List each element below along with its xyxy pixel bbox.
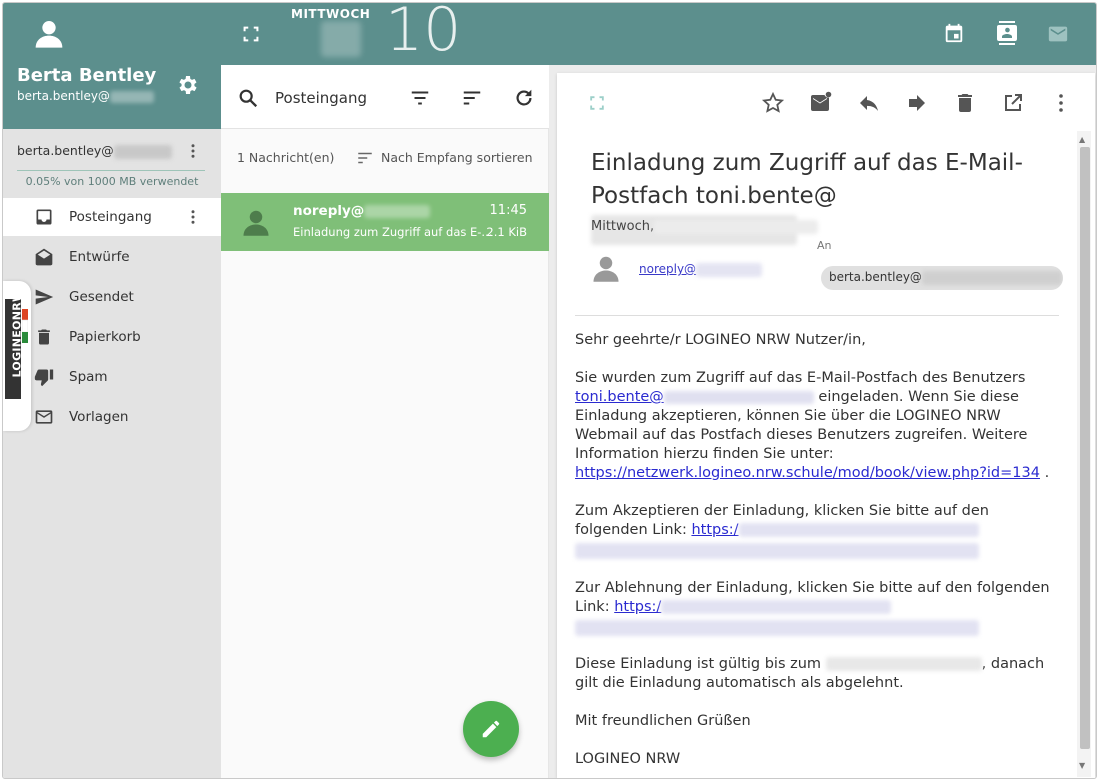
- sidebar: Berta Bentley berta.bentley@ berta.bentl…: [3, 3, 221, 778]
- sender-avatar-icon: [593, 256, 619, 282]
- search-icon[interactable]: [237, 87, 259, 109]
- top-bar: MITTWOCH 10: [221, 2, 1096, 65]
- thumb-down-icon: [34, 369, 54, 387]
- folder-inbox[interactable]: Posteingang: [3, 198, 221, 236]
- mail-icon[interactable]: [1047, 23, 1069, 45]
- message-list: Posteingang 1 Nachricht(en) Nach Empfang…: [221, 65, 549, 778]
- user-email: berta.bentley@: [17, 89, 154, 103]
- search-input[interactable]: Posteingang: [275, 89, 367, 107]
- list-toolbar: Posteingang: [221, 65, 549, 129]
- folder-label: Spam: [69, 369, 108, 385]
- contacts-icon[interactable]: [995, 21, 1019, 45]
- forward-icon[interactable]: [905, 91, 929, 115]
- user-name: Berta Bentley: [17, 65, 157, 86]
- reader-fullscreen-icon[interactable]: [587, 93, 607, 113]
- reader-scroll-thumb[interactable]: [1080, 147, 1090, 749]
- signature: LOGINEO NRW: [575, 751, 681, 767]
- help-url-link[interactable]: https://netzwerk.logineo.nrw.schule/mod/…: [575, 465, 1040, 481]
- pencil-icon: [482, 720, 500, 738]
- account-row[interactable]: berta.bentley@: [3, 133, 221, 167]
- more-options-icon[interactable]: [1049, 91, 1073, 115]
- message-count: 1 Nachricht(en): [237, 150, 335, 165]
- sort-icon[interactable]: [461, 87, 483, 109]
- user-avatar-icon[interactable]: [33, 17, 65, 49]
- weekday: MITTWOCH: [291, 7, 371, 21]
- body-paragraph-2: Zum Akzeptieren der Einladung, klicken S…: [575, 502, 1065, 560]
- logineo-brand-tab[interactable]: LOGINEONRW: [3, 281, 31, 431]
- compose-button[interactable]: [463, 701, 519, 757]
- scroll-up-arrow[interactable]: ▲: [1079, 135, 1085, 144]
- message-subject: Einladung zum Zugriff auf das E-...: [293, 225, 493, 239]
- message-list-item[interactable]: noreply@ 11:45 Einladung zum Zugriff auf…: [221, 193, 549, 251]
- folder-more-icon[interactable]: [184, 208, 202, 226]
- delete-icon[interactable]: [953, 91, 977, 115]
- star-icon[interactable]: [761, 91, 785, 115]
- scroll-down-arrow[interactable]: ▼: [1079, 761, 1085, 770]
- body-paragraph-3: Zur Ablehnung der Einladung, klicken Sie…: [575, 579, 1065, 637]
- account-more-icon[interactable]: [184, 142, 202, 160]
- fullscreen-icon[interactable]: [240, 23, 262, 45]
- sender-link[interactable]: noreply@: [639, 262, 763, 277]
- message-sender: noreply@: [293, 203, 431, 219]
- header-divider: [575, 315, 1059, 316]
- folder-label: Gesendet: [69, 289, 134, 305]
- decline-link[interactable]: https:/: [614, 599, 892, 615]
- account-email: berta.bentley@: [17, 143, 172, 159]
- folder-trash[interactable]: Papierkorb: [3, 318, 221, 356]
- greeting: Sehr geehrte/r LOGINEO NRW Nutzer/in,: [575, 332, 866, 348]
- app-window: Berta Bentley berta.bentley@ berta.bentl…: [2, 2, 1097, 779]
- message-date: Mittwoch,: [591, 219, 819, 234]
- nrw-flag-icon: [22, 309, 28, 343]
- closing: Mit freundlichen Grüßen: [575, 713, 751, 729]
- calendar-icon[interactable]: [943, 22, 965, 44]
- mark-unread-icon[interactable]: [809, 91, 833, 115]
- body-paragraph-4: Diese Einladung ist gültig bis zum , dan…: [575, 656, 1045, 691]
- message-body: Sehr geehrte/r LOGINEO NRW Nutzer/in, Si…: [575, 331, 1065, 778]
- inbox-icon: [36, 209, 52, 225]
- redacted-date: [321, 21, 361, 57]
- sort-lines-icon: [358, 152, 372, 164]
- accept-link[interactable]: https:/: [691, 522, 979, 538]
- usage-divider: [17, 170, 205, 171]
- folder-sent[interactable]: Gesendet: [3, 278, 221, 316]
- message-time: 11:45: [489, 203, 527, 218]
- folder-label: Papierkorb: [69, 329, 141, 345]
- message-reader: Einladung zum Zugriff auf das E-Mail-Pos…: [557, 73, 1095, 778]
- sender-avatar-icon: [243, 210, 269, 236]
- reply-icon[interactable]: [857, 91, 881, 115]
- day-number: 10: [385, 2, 462, 65]
- folder-label: Entwürfe: [69, 249, 130, 265]
- body-paragraph-1: Sie wurden zum Zugriff auf das E-Mail-Po…: [575, 370, 1050, 481]
- mailbox-link[interactable]: toni.bente@: [575, 389, 814, 405]
- folder-drafts[interactable]: Entwürfe: [3, 238, 221, 276]
- to-label: An: [817, 239, 832, 252]
- open-external-icon[interactable]: [1001, 91, 1025, 115]
- folder-label: Vorlagen: [69, 409, 129, 425]
- drafts-icon: [35, 248, 53, 266]
- template-mail-icon: [35, 410, 53, 424]
- refresh-icon[interactable]: [513, 87, 535, 109]
- trash-icon: [38, 329, 50, 345]
- folder-label: Posteingang: [69, 209, 152, 225]
- send-icon: [35, 289, 54, 305]
- settings-gear-icon[interactable]: [175, 73, 199, 97]
- user-header: Berta Bentley berta.bentley@: [3, 3, 221, 129]
- folder-spam[interactable]: Spam: [3, 358, 221, 396]
- sort-label: Nach Empfang sortieren: [381, 150, 533, 165]
- storage-usage: 0.05% von 1000 MB verwendet: [25, 175, 199, 188]
- filter-icon[interactable]: [409, 87, 431, 109]
- message-size: 2.1 KiB: [486, 225, 527, 239]
- recipient-chip[interactable]: berta.bentley@: [821, 266, 1063, 290]
- folder-templates[interactable]: Vorlagen: [3, 398, 221, 436]
